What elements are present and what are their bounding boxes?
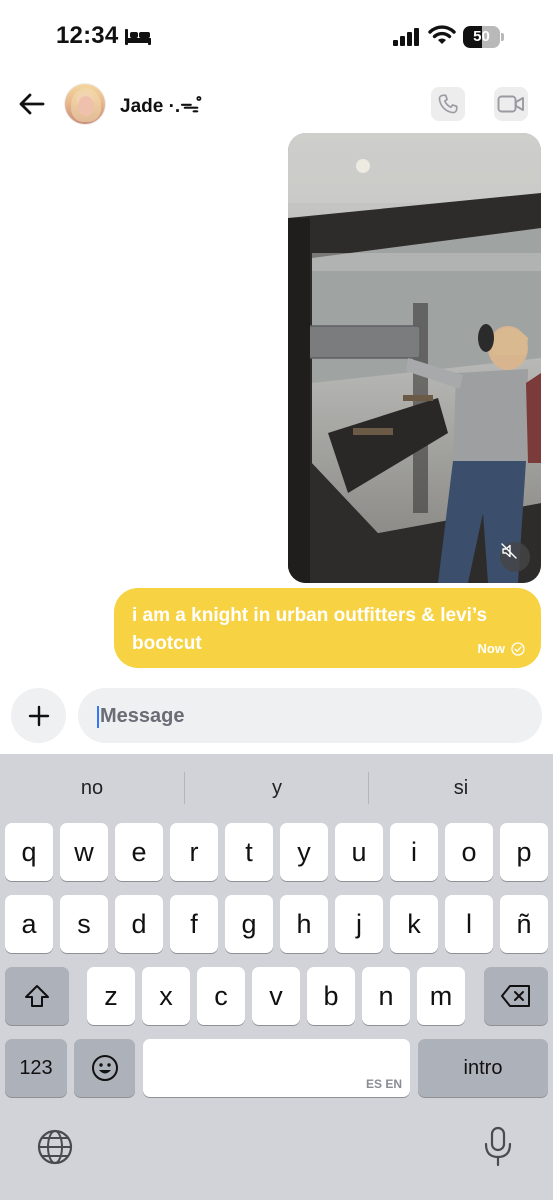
key-u[interactable]: u bbox=[335, 823, 383, 881]
key-v[interactable]: v bbox=[252, 967, 300, 1025]
delete-icon bbox=[501, 985, 530, 1007]
contact-name[interactable]: Jade ·.ᯓ̊ bbox=[120, 92, 199, 118]
sent-check-icon bbox=[511, 641, 525, 656]
keyboard-languages: ES EN bbox=[365, 1077, 402, 1091]
mute-icon bbox=[501, 543, 517, 559]
shift-key[interactable] bbox=[5, 967, 69, 1025]
wifi-icon bbox=[428, 25, 456, 44]
key-h[interactable]: h bbox=[280, 895, 328, 953]
back-arrow-icon bbox=[19, 93, 45, 115]
emoji-icon bbox=[91, 1055, 118, 1081]
numbers-key[interactable]: 123 bbox=[5, 1039, 67, 1097]
message-status: Now bbox=[478, 641, 525, 656]
key-p[interactable]: p bbox=[500, 823, 548, 881]
key-t[interactable]: t bbox=[225, 823, 273, 881]
message-text: i am a knight in urban outfitters & levi… bbox=[132, 605, 488, 654]
signal-icon bbox=[393, 28, 419, 46]
key-j[interactable]: j bbox=[335, 895, 383, 953]
mute-toggle-button[interactable] bbox=[500, 542, 530, 572]
key-s[interactable]: s bbox=[60, 895, 108, 953]
emoji-key[interactable] bbox=[74, 1039, 135, 1097]
key-o[interactable]: o bbox=[445, 823, 493, 881]
shift-icon bbox=[25, 985, 49, 1007]
video-message[interactable] bbox=[288, 133, 541, 583]
key-g[interactable]: g bbox=[225, 895, 273, 953]
key-l[interactable]: l bbox=[445, 895, 493, 953]
key-e[interactable]: e bbox=[115, 823, 163, 881]
plus-icon bbox=[28, 705, 49, 726]
key-n[interactable]: n bbox=[362, 967, 410, 1025]
key-q[interactable]: q bbox=[5, 823, 53, 881]
add-attachment-button[interactable] bbox=[11, 688, 66, 743]
suggestion-bar: no y si bbox=[0, 768, 553, 808]
key-w[interactable]: w bbox=[60, 823, 108, 881]
globe-icon[interactable] bbox=[36, 1128, 74, 1166]
suggestion-item[interactable]: no bbox=[0, 768, 184, 808]
suggestion-item[interactable]: y bbox=[185, 768, 369, 808]
text-caret bbox=[97, 706, 99, 728]
back-button[interactable] bbox=[16, 88, 48, 120]
sent-message-bubble[interactable]: i am a knight in urban outfitters & levi… bbox=[114, 588, 541, 668]
key-y[interactable]: y bbox=[280, 823, 328, 881]
key-z[interactable]: z bbox=[87, 967, 135, 1025]
bed-icon bbox=[125, 29, 151, 45]
key-a[interactable]: a bbox=[5, 895, 53, 953]
status-bar: 12:34 50 bbox=[0, 0, 553, 70]
suggestion-item[interactable]: si bbox=[369, 768, 553, 808]
keyboard: no y si 123 ES EN intro qwertyuiop asdfgh… bbox=[0, 754, 553, 1200]
key-i[interactable]: i bbox=[390, 823, 438, 881]
phone-icon bbox=[438, 94, 458, 114]
delete-key[interactable] bbox=[484, 967, 548, 1025]
message-input[interactable]: Message bbox=[78, 688, 542, 743]
battery-icon: 50 bbox=[463, 26, 505, 48]
message-placeholder: Message bbox=[100, 705, 185, 727]
key-c[interactable]: c bbox=[197, 967, 245, 1025]
key-x[interactable]: x bbox=[142, 967, 190, 1025]
message-composer: Message bbox=[0, 684, 553, 752]
status-time: 12:34 bbox=[56, 22, 119, 49]
key-b[interactable]: b bbox=[307, 967, 355, 1025]
video-thumbnail bbox=[288, 133, 541, 583]
microphone-icon[interactable] bbox=[482, 1126, 514, 1168]
space-key[interactable]: ES EN bbox=[143, 1039, 410, 1097]
key-d[interactable]: d bbox=[115, 895, 163, 953]
key-r[interactable]: r bbox=[170, 823, 218, 881]
key-k[interactable]: k bbox=[390, 895, 438, 953]
message-time: Now bbox=[477, 641, 505, 656]
key-m[interactable]: m bbox=[417, 967, 465, 1025]
video-camera-icon bbox=[497, 95, 524, 113]
return-key[interactable]: intro bbox=[418, 1039, 548, 1097]
key-ñ[interactable]: ñ bbox=[500, 895, 548, 953]
key-f[interactable]: f bbox=[170, 895, 218, 953]
chat-header: Jade ·.ᯓ̊ bbox=[0, 76, 553, 134]
avatar[interactable] bbox=[64, 83, 106, 125]
voice-call-button[interactable] bbox=[431, 87, 465, 121]
video-call-button[interactable] bbox=[494, 87, 528, 121]
battery-percentage: 50 bbox=[473, 28, 490, 45]
